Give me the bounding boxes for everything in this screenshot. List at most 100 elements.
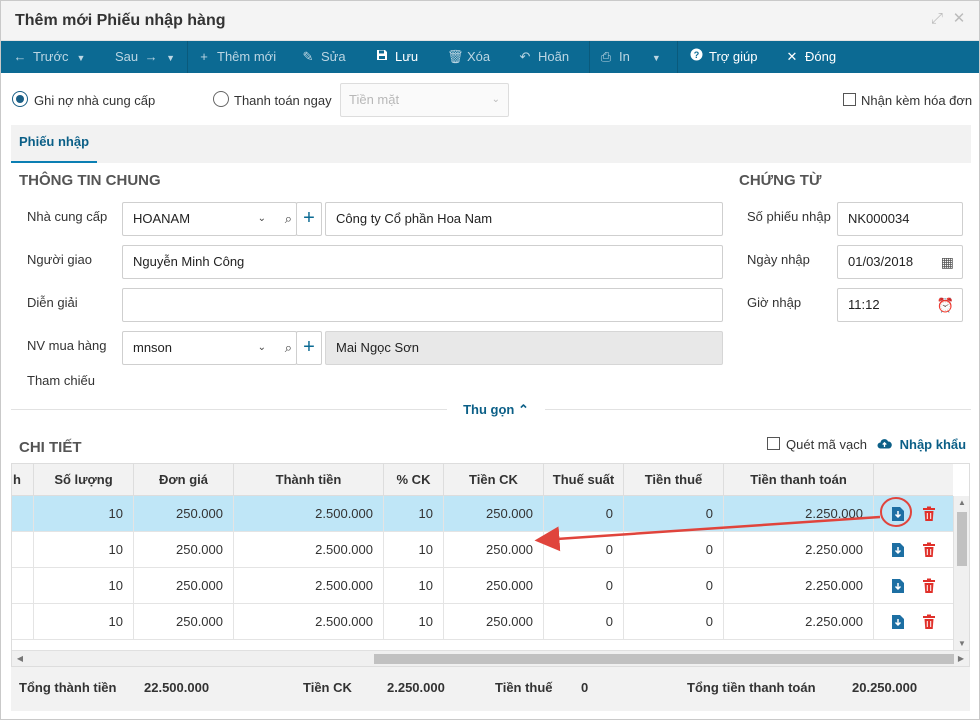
- search-list-icon[interactable]: ⌕: [285, 203, 292, 235]
- delete-row-icon[interactable]: [922, 578, 936, 594]
- table-cell[interactable]: 0: [544, 496, 624, 532]
- table-cell[interactable]: 250.000: [134, 568, 234, 604]
- scroll-right-icon[interactable]: ▶: [953, 652, 969, 666]
- delete-row-icon[interactable]: [922, 614, 936, 630]
- delete-button[interactable]: 🗑 Xóa: [447, 41, 490, 73]
- table-cell[interactable]: 2.250.000: [724, 532, 874, 568]
- close-icon: ✕: [786, 49, 798, 64]
- horizontal-scroll-thumb[interactable]: [374, 654, 954, 664]
- import-row-icon[interactable]: [891, 542, 905, 558]
- table-cell[interactable]: 250.000: [444, 604, 544, 640]
- table-cell[interactable]: 0: [624, 496, 724, 532]
- print-button[interactable]: ⎙ In ▼: [599, 41, 661, 73]
- help-button[interactable]: ? Trợ giúp: [689, 41, 758, 73]
- supplier-code-combo[interactable]: HOANAM ⌄ ⌕: [122, 202, 297, 236]
- tax-label: Tiền thuế: [495, 680, 553, 695]
- scroll-up-icon[interactable]: ▲: [954, 496, 969, 510]
- table-cell[interactable]: 250.000: [444, 568, 544, 604]
- voucher-number-value: NK000034: [848, 211, 910, 226]
- add-supplier-button[interactable]: +: [296, 202, 322, 236]
- table-cell[interactable]: 250.000: [444, 532, 544, 568]
- table-cell[interactable]: 2.500.000: [234, 496, 384, 532]
- search-list-icon[interactable]: ⌕: [285, 332, 292, 364]
- subtotal-value: 22.500.000: [144, 680, 210, 695]
- table-cell[interactable]: 250.000: [444, 496, 544, 532]
- table-cell[interactable]: 0: [544, 568, 624, 604]
- toolbar: ← Trước ▼ Sau → ▼ + Thêm mới ✎ Sửa Lưu 🗑 Xóa ↶ H…: [1, 41, 979, 73]
- table-cell[interactable]: 250.000: [134, 532, 234, 568]
- voucher-number-field[interactable]: NK000034: [837, 202, 963, 236]
- deliverer-field[interactable]: Nguyễn Minh Công: [122, 245, 723, 279]
- time-value: 11:12: [848, 297, 880, 312]
- undo-button[interactable]: ↶ Hoãn: [518, 41, 570, 73]
- table-cell[interactable]: 10: [384, 532, 444, 568]
- vertical-scroll-thumb[interactable]: [957, 512, 967, 566]
- scroll-left-icon[interactable]: ◀: [12, 652, 28, 666]
- trash-icon: 🗑: [447, 49, 464, 64]
- col-header: Đơn giá: [134, 464, 234, 496]
- close-window-icon[interactable]: ✕: [951, 11, 967, 27]
- alarm-clock-icon[interactable]: ⏰: [937, 289, 954, 321]
- table-cell[interactable]: 0: [624, 604, 724, 640]
- table-cell[interactable]: 10: [384, 568, 444, 604]
- table-cell[interactable]: 0: [624, 568, 724, 604]
- buyer-code-combo[interactable]: mnson ⌄ ⌕: [122, 331, 297, 365]
- date-field[interactable]: 01/03/2018 ▦: [837, 245, 963, 279]
- edit-button[interactable]: ✎ Sửa: [301, 41, 346, 73]
- save-button[interactable]: Lưu: [375, 41, 418, 73]
- table-row[interactable]: 10 250.000 2.500.000 10 250.000 0 0 2.250.000: [12, 496, 953, 532]
- col-header: Thuế suất: [544, 464, 624, 496]
- collapse-button[interactable]: Thu gọn ⌃: [447, 401, 545, 419]
- note-field[interactable]: [122, 288, 723, 322]
- table-row[interactable]: 10 250.000 2.500.000 10 250.000 0 0 2.250.000: [12, 604, 953, 640]
- prev-button[interactable]: ← Trước ▼: [13, 41, 86, 73]
- add-buyer-button[interactable]: +: [296, 331, 322, 365]
- invoice-checkbox[interactable]: [843, 93, 856, 106]
- scan-barcode-checkbox[interactable]: [767, 437, 780, 450]
- table-cell[interactable]: 250.000: [134, 604, 234, 640]
- calendar-icon[interactable]: ▦: [941, 246, 954, 278]
- table-cell[interactable]: 2.250.000: [724, 496, 874, 532]
- pay-now-radio[interactable]: [213, 91, 229, 107]
- import-row-icon[interactable]: [891, 614, 905, 630]
- horizontal-scrollbar[interactable]: ◀ ▶: [12, 650, 969, 666]
- time-field[interactable]: 11:12 ⏰: [837, 288, 963, 322]
- table-cell[interactable]: 2.250.000: [724, 568, 874, 604]
- table-cell[interactable]: 10: [34, 604, 134, 640]
- toolbar-separator: [187, 41, 188, 73]
- debt-radio[interactable]: [12, 91, 28, 107]
- close-button[interactable]: ✕ Đóng: [785, 41, 837, 73]
- plus-icon: +: [303, 336, 315, 358]
- table-cell[interactable]: 2.250.000: [724, 604, 874, 640]
- table-cell[interactable]: 250.000: [134, 496, 234, 532]
- table-cell[interactable]: 10: [384, 604, 444, 640]
- import-button[interactable]: Nhập khẩu: [877, 437, 966, 452]
- import-label: Nhập khẩu: [899, 437, 967, 452]
- vertical-scrollbar[interactable]: ▲ ▼: [953, 496, 969, 651]
- maximize-icon[interactable]: ⤢: [929, 11, 945, 27]
- table-cell[interactable]: 2.500.000: [234, 604, 384, 640]
- scroll-down-icon[interactable]: ▼: [954, 637, 969, 651]
- table-cell[interactable]: 2.500.000: [234, 532, 384, 568]
- table-cell[interactable]: 0: [624, 532, 724, 568]
- col-header: % CK: [384, 464, 444, 496]
- next-button[interactable]: Sau → ▼: [115, 41, 175, 73]
- table-row[interactable]: 10 250.000 2.500.000 10 250.000 0 0 2.250.000: [12, 568, 953, 604]
- col-header: Tiền thanh toán: [724, 464, 874, 496]
- table-cell[interactable]: 2.500.000: [234, 568, 384, 604]
- tab-receipt[interactable]: Phiếu nhập: [11, 125, 97, 163]
- table-cell[interactable]: 10: [34, 496, 134, 532]
- delete-row-icon[interactable]: [922, 542, 936, 558]
- table-cell[interactable]: 10: [34, 568, 134, 604]
- chevron-down-icon: ⌄: [257, 342, 266, 353]
- import-row-icon[interactable]: [891, 506, 905, 522]
- add-button[interactable]: + Thêm mới: [197, 41, 276, 73]
- table-cell[interactable]: 10: [34, 532, 134, 568]
- table-cell[interactable]: 0: [544, 532, 624, 568]
- delete-row-icon[interactable]: [922, 506, 936, 522]
- import-row-icon[interactable]: [891, 578, 905, 594]
- table-cell[interactable]: 0: [544, 604, 624, 640]
- supplier-name-field[interactable]: Công ty Cổ phần Hoa Nam: [325, 202, 723, 236]
- table-row[interactable]: 10 250.000 2.500.000 10 250.000 0 0 2.250.000: [12, 532, 953, 568]
- table-cell[interactable]: 10: [384, 496, 444, 532]
